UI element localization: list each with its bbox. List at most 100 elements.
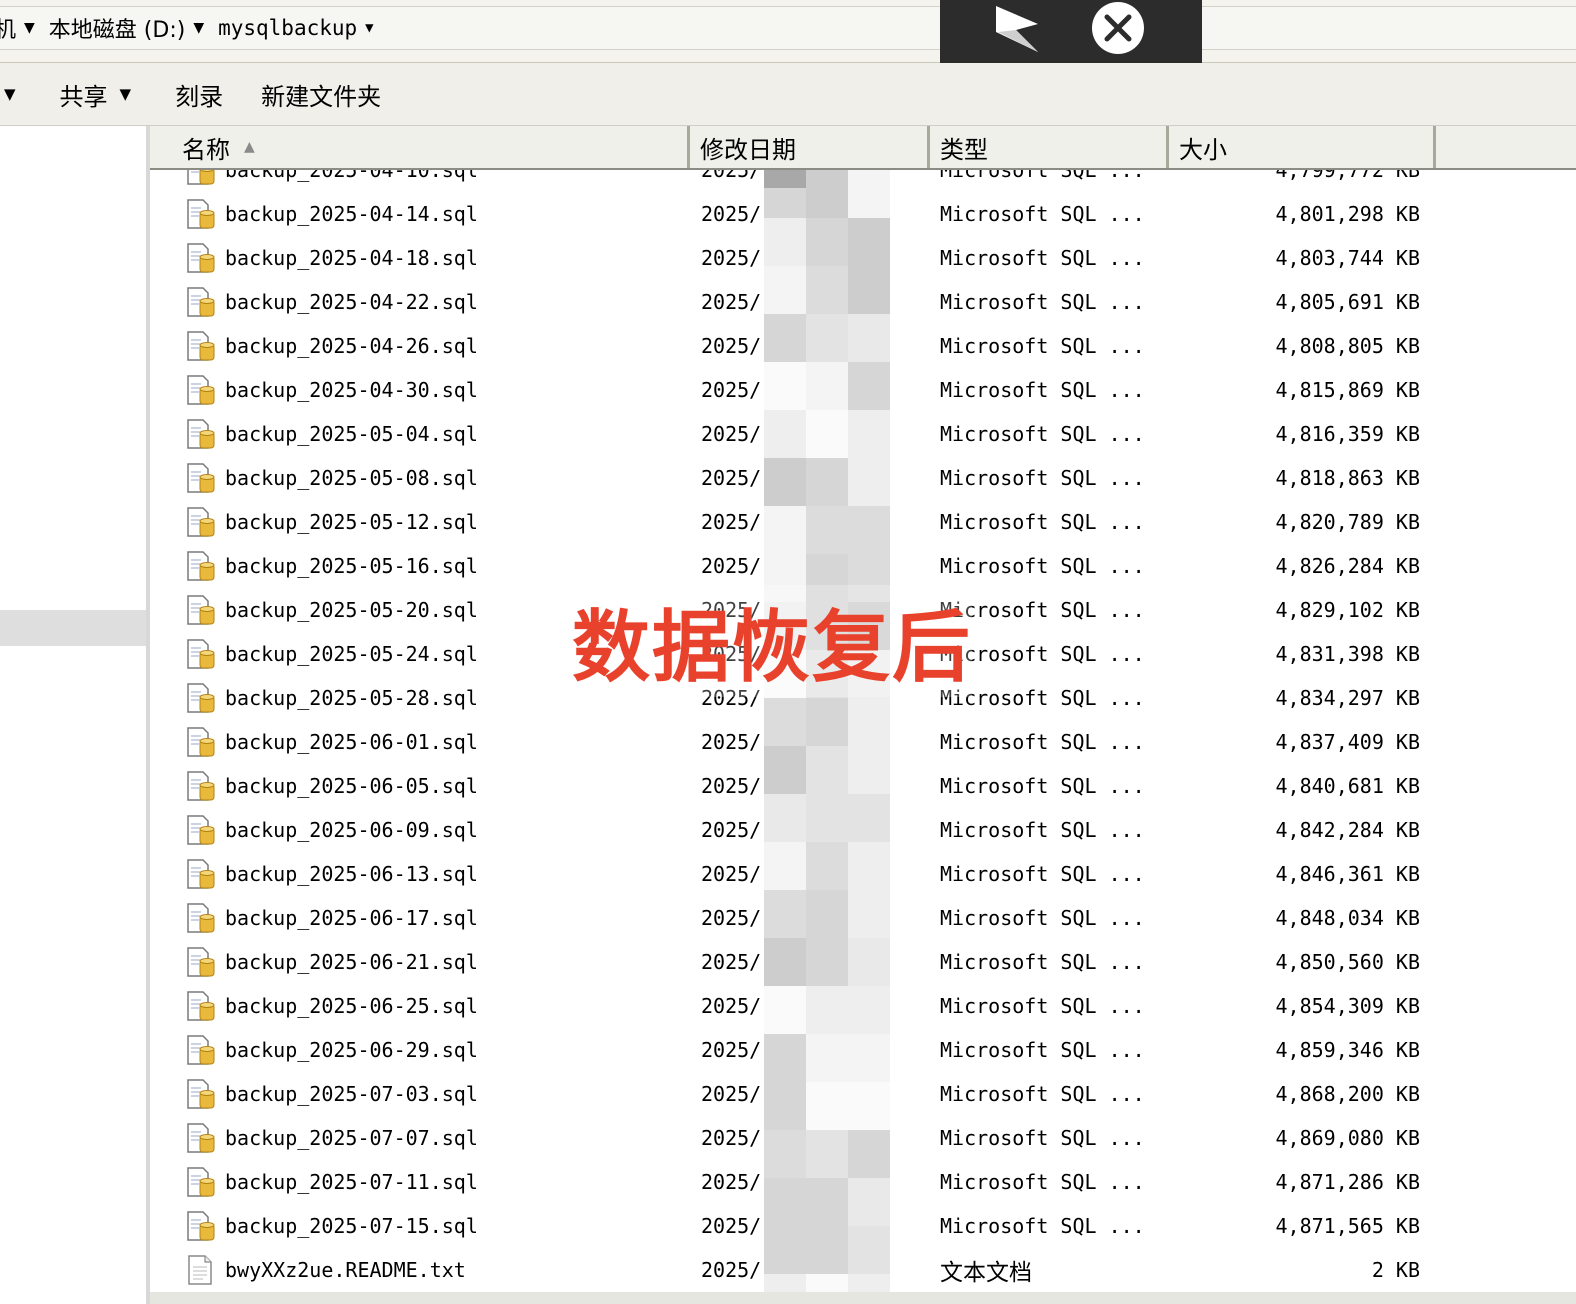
column-header-type[interactable]: 类型 — [930, 126, 1169, 168]
new-folder-button[interactable]: 新建文件夹 — [261, 77, 381, 112]
command-toolbar: ▼ 共享 ▼ 刻录 新建文件夹 — [0, 63, 1576, 126]
file-size: 4,799,772 KB — [1275, 170, 1421, 182]
file-date: 2025/' — [701, 1126, 774, 1150]
sql-file-icon — [186, 852, 216, 896]
navigation-pane[interactable] — [0, 126, 150, 1304]
file-type: Microsoft SQL ... — [940, 1126, 1145, 1150]
sql-file-icon — [186, 896, 216, 940]
file-date: 2025/' — [701, 818, 774, 842]
file-size: 4,842,284 KB — [1275, 818, 1421, 842]
file-name: backup_2025-04-10.sql — [225, 170, 478, 182]
mosaic-block — [806, 1178, 848, 1226]
file-type: Microsoft SQL ... — [940, 246, 1145, 270]
file-date: 2025/' — [701, 906, 774, 930]
file-date: 2025/' — [701, 862, 774, 886]
file-name: backup_2025-06-09.sql — [225, 818, 478, 842]
breadcrumb-computer[interactable]: 机 ▼ — [0, 12, 35, 44]
sort-ascending-icon: ▲ — [244, 139, 255, 155]
column-date-label: 修改日期 — [700, 135, 796, 164]
mosaic-block — [806, 1034, 848, 1082]
file-name: backup_2025-04-22.sql — [225, 290, 478, 314]
column-size-label: 大小 — [1179, 135, 1227, 164]
sql-file-icon — [186, 1204, 216, 1248]
organize-dropdown[interactable]: ▼ — [4, 85, 16, 103]
column-header-name[interactable]: 名称 ▲ — [150, 126, 690, 168]
mosaic-block — [848, 1178, 890, 1226]
file-name: backup_2025-06-25.sql — [225, 994, 478, 1018]
file-size: 4,805,691 KB — [1275, 290, 1421, 314]
file-size: 4,808,805 KB — [1275, 334, 1421, 358]
burn-button[interactable]: 刻录 — [175, 77, 223, 112]
file-name: backup_2025-05-08.sql — [225, 466, 478, 490]
sql-file-icon — [186, 720, 216, 764]
chevron-down-icon[interactable]: ▼ — [120, 85, 132, 103]
file-name: backup_2025-07-11.sql — [225, 1170, 478, 1194]
file-size: 4,846,361 KB — [1275, 862, 1421, 886]
file-type: Microsoft SQL ... — [940, 906, 1145, 930]
sql-file-icon — [186, 500, 216, 544]
file-date: 2025/' — [701, 1082, 774, 1106]
file-type: Microsoft SQL ... — [940, 1082, 1145, 1106]
file-type: Microsoft SQL ... — [940, 950, 1145, 974]
chevron-down-icon[interactable]: ▼ — [4, 85, 16, 103]
file-date: 2025/' — [701, 554, 774, 578]
chevron-down-icon[interactable]: ▼ — [193, 20, 204, 36]
mosaic-block — [764, 794, 806, 842]
file-date: 2025/' — [701, 378, 774, 402]
file-size: 4,868,200 KB — [1275, 1082, 1421, 1106]
mosaic-block — [764, 506, 806, 554]
sql-file-icon — [186, 544, 216, 588]
mosaic-block — [806, 170, 848, 218]
file-size: 4,816,359 KB — [1275, 422, 1421, 446]
file-date: 2025/' — [701, 1214, 774, 1238]
chevron-down-icon[interactable]: ▼ — [24, 20, 35, 36]
file-name: backup_2025-06-13.sql — [225, 862, 478, 886]
mosaic-block — [848, 938, 890, 986]
file-type: Microsoft SQL ... — [940, 466, 1145, 490]
sql-file-icon — [186, 412, 216, 456]
file-date: 2025/' — [701, 510, 774, 534]
file-type: Microsoft SQL ... — [940, 290, 1145, 314]
mosaic-block — [848, 1082, 890, 1130]
file-name: backup_2025-04-18.sql — [225, 246, 478, 270]
nav-selected-item[interactable] — [0, 610, 146, 646]
horizontal-scrollbar[interactable] — [150, 1292, 1576, 1304]
file-date: 2025/' — [701, 730, 774, 754]
file-size: 4,801,298 KB — [1275, 202, 1421, 226]
mosaic-block — [764, 1082, 806, 1130]
breadcrumb-mysqlbackup[interactable]: mysqlbackup ▼ — [218, 16, 374, 40]
mosaic-block — [848, 218, 890, 266]
close-circle-icon[interactable] — [1090, 0, 1146, 56]
file-name: backup_2025-06-05.sql — [225, 774, 478, 798]
mosaic-block — [848, 986, 890, 1034]
mosaic-block — [806, 698, 848, 746]
mosaic-block — [806, 794, 848, 842]
skip-play-icon[interactable] — [992, 2, 1046, 58]
column-header-size[interactable]: 大小 — [1169, 126, 1436, 168]
sql-file-icon — [186, 192, 216, 236]
mosaic-block — [806, 1226, 848, 1274]
text-file-icon — [186, 1248, 214, 1292]
breadcrumb-local-disk[interactable]: 本地磁盘 (D:) ▼ — [49, 12, 204, 44]
file-list[interactable]: backup_2025-04-10.sql 2025/Microsoft SQL … — [150, 170, 1576, 1304]
file-name: backup_2025-06-29.sql — [225, 1038, 478, 1062]
file-size: 4,837,409 KB — [1275, 730, 1421, 754]
file-name: backup_2025-04-26.sql — [225, 334, 478, 358]
mosaic-block — [806, 746, 848, 794]
share-button[interactable]: 共享 ▼ — [60, 77, 132, 112]
file-name: backup_2025-07-07.sql — [225, 1126, 478, 1150]
mosaic-block — [806, 506, 848, 554]
file-type: Microsoft SQL ... — [940, 818, 1145, 842]
file-type: Microsoft SQL ... — [940, 202, 1145, 226]
address-bar[interactable]: 机 ▼ 本地磁盘 (D:) ▼ mysqlbackup ▼ — [0, 6, 1576, 50]
chevron-down-icon[interactable]: ▼ — [365, 20, 373, 36]
file-name: backup_2025-07-15.sql — [225, 1214, 478, 1238]
file-size: 4,815,869 KB — [1275, 378, 1421, 402]
sql-file-icon — [186, 940, 216, 984]
address-bar-region: 机 ▼ 本地磁盘 (D:) ▼ mysqlbackup ▼ — [0, 0, 1576, 63]
file-type: Microsoft SQL ... — [940, 994, 1145, 1018]
file-type: Microsoft SQL ... — [940, 422, 1145, 446]
column-header-date[interactable]: 修改日期 — [690, 126, 930, 168]
file-date: 2025/' — [701, 1038, 774, 1062]
sql-file-icon — [186, 456, 216, 500]
